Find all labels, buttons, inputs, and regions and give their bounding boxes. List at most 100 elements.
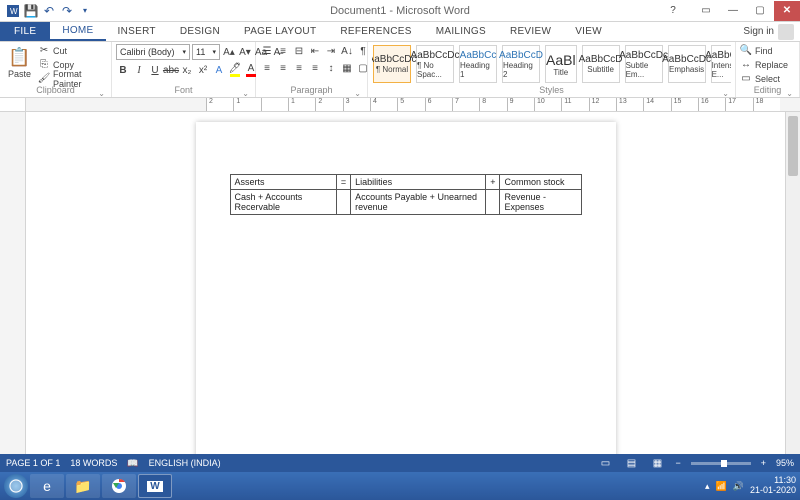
redo-icon[interactable]: ↷ [60,4,74,18]
print-layout-icon[interactable]: ▤ [623,457,639,469]
tray-network-icon[interactable]: 📶 [716,481,727,492]
numbering-icon[interactable]: ≡ [276,44,290,58]
justify-icon[interactable]: ≡ [308,61,322,75]
line-spacing-icon[interactable]: ↕ [324,61,338,75]
style-intense-e-[interactable]: AaBbCcDcIntense E... [711,45,731,83]
tab-design[interactable]: DESIGN [168,22,232,41]
ribbon-display-icon[interactable]: ▭ [693,1,719,21]
highlight-icon[interactable]: 🖊 [228,63,242,77]
taskbar-chrome-icon[interactable] [102,474,136,498]
multilevel-icon[interactable]: ⊟ [292,44,306,58]
grow-font-icon[interactable]: A▴ [222,45,236,59]
table-cell[interactable]: Cash + Accounts Recervable [230,190,336,215]
strikethrough-button[interactable]: abc [164,63,178,77]
read-mode-icon[interactable]: ▭ [597,457,613,469]
status-words[interactable]: 18 WORDS [70,458,117,468]
style-heading-2[interactable]: AaBbCcDHeading 2 [502,45,540,83]
table-cell[interactable]: Asserts [230,175,336,190]
text-effects-icon[interactable]: A [212,63,226,77]
style--normal[interactable]: AaBbCcDc¶ Normal [373,45,411,83]
vertical-ruler[interactable] [0,112,26,454]
table-cell[interactable]: Common stock [500,175,581,190]
font-name-combo[interactable]: Calibri (Body)▾ [116,44,190,60]
tray-volume-icon[interactable]: 🔊 [733,481,744,492]
style-heading-1[interactable]: AaBbCcHeading 1 [459,45,497,83]
table-row[interactable]: Cash + Accounts Recervable Accounts Paya… [230,190,581,215]
tab-references[interactable]: REFERENCES [328,22,423,41]
align-left-icon[interactable]: ≡ [260,61,274,75]
superscript-button[interactable]: x² [196,63,210,77]
find-button[interactable]: 🔍Find [740,44,788,57]
page[interactable]: Asserts = Liabilities + Common stock Cas… [196,122,616,454]
table-cell[interactable] [336,190,350,215]
document-table[interactable]: Asserts = Liabilities + Common stock Cas… [230,174,582,215]
shrink-font-icon[interactable]: A▾ [238,45,252,59]
select-button[interactable]: ▭Select [740,72,788,85]
qat-customize-icon[interactable]: ▾ [78,4,92,18]
table-cell[interactable]: Liabilities [351,175,486,190]
style-title[interactable]: AaBlTitle [545,45,577,83]
tab-page-layout[interactable]: PAGE LAYOUT [232,22,328,41]
status-page[interactable]: PAGE 1 OF 1 [6,458,60,468]
zoom-slider[interactable] [691,462,751,465]
tab-file[interactable]: FILE [0,22,50,41]
style-subtle-em-[interactable]: AaBbCcDcSubtle Em... [625,45,663,83]
zoom-out-button[interactable]: − [675,458,680,468]
style-subtitle[interactable]: AaBbCcDSubtitle [582,45,620,83]
tab-review[interactable]: REVIEW [498,22,563,41]
table-cell[interactable]: = [336,175,350,190]
tab-mailings[interactable]: MAILINGS [424,22,498,41]
table-cell[interactable]: Accounts Payable + Unearned revenue [351,190,486,215]
table-row[interactable]: Asserts = Liabilities + Common stock [230,175,581,190]
italic-button[interactable]: I [132,63,146,77]
save-icon[interactable]: 💾 [24,4,38,18]
table-cell[interactable]: + [486,175,500,190]
tab-insert[interactable]: INSERT [106,22,168,41]
scrollbar-thumb[interactable] [788,116,798,176]
increase-indent-icon[interactable]: ⇥ [324,44,338,58]
taskbar-clock[interactable]: 11:30 21-01-2020 [750,476,796,496]
vertical-scrollbar[interactable] [785,112,800,454]
table-cell[interactable]: Revenue - Expenses [500,190,581,215]
bold-button[interactable]: B [116,63,130,77]
decrease-indent-icon[interactable]: ⇤ [308,44,322,58]
sign-in[interactable]: Sign in [743,22,800,41]
taskbar-ie-icon[interactable]: e [30,474,64,498]
close-icon[interactable]: ✕ [774,1,800,21]
undo-icon[interactable]: ↶ [42,4,56,18]
zoom-slider-knob[interactable] [721,460,727,467]
horizontal-ruler[interactable]: 21123456789101112131415161718 [26,98,800,111]
help-icon[interactable]: ? [660,1,686,21]
document-pane[interactable]: Asserts = Liabilities + Common stock Cas… [26,112,785,454]
tab-view[interactable]: VIEW [563,22,614,41]
minimize-icon[interactable]: — [720,1,746,21]
taskbar-word-icon[interactable]: W [138,474,172,498]
style-emphasis[interactable]: AaBbCcDcEmphasis [668,45,706,83]
zoom-level[interactable]: 95% [776,458,794,468]
tab-home[interactable]: HOME [50,22,105,41]
table-cell[interactable] [486,190,500,215]
web-layout-icon[interactable]: ▦ [649,457,665,469]
start-button[interactable] [4,474,28,498]
zoom-in-button[interactable]: + [761,458,766,468]
taskbar-explorer-icon[interactable]: 📁 [66,474,100,498]
ruler-tick: 12 [589,98,616,111]
subscript-button[interactable]: x₂ [180,63,194,77]
font-size-combo[interactable]: 11▾ [192,44,220,60]
align-right-icon[interactable]: ≡ [292,61,306,75]
ruler-tick: 18 [753,98,780,111]
maximize-icon[interactable]: ▢ [747,1,773,21]
shading-icon[interactable]: ▦ [340,61,354,75]
tray-chevron-icon[interactable]: ▴ [705,481,710,492]
proofing-icon[interactable]: 📖 [127,458,138,469]
replace-button[interactable]: ↔Replace [740,58,788,71]
paste-button[interactable]: 📋 Paste [4,44,35,81]
underline-button[interactable]: U [148,63,162,77]
format-painter-button[interactable]: 🖌Format Painter [38,72,107,85]
style--no-spac-[interactable]: AaBbCcDc¶ No Spac... [416,45,454,83]
align-center-icon[interactable]: ≡ [276,61,290,75]
cut-button[interactable]: ✂Cut [38,44,107,57]
status-language[interactable]: ENGLISH (INDIA) [149,458,221,468]
sort-icon[interactable]: A↓ [340,44,354,58]
bullets-icon[interactable]: ☰ [260,44,274,58]
